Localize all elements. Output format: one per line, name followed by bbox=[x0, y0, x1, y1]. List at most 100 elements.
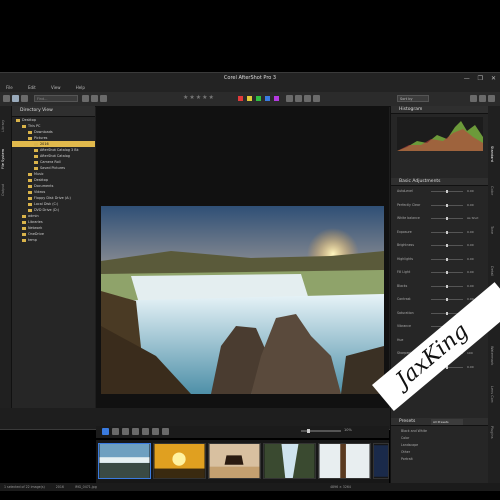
tree-item-label: Camera Roll bbox=[40, 160, 61, 164]
rotate-left-icon[interactable] bbox=[304, 95, 311, 102]
slider-knob[interactable] bbox=[446, 284, 448, 288]
adjustment-value[interactable]: 0.00 bbox=[467, 243, 474, 247]
adjustment-slider[interactable] bbox=[431, 271, 463, 274]
zoom-icon[interactable] bbox=[470, 95, 477, 102]
right-tab[interactable]: Color bbox=[490, 186, 494, 195]
thumbnail-sunset-rocks[interactable] bbox=[153, 443, 206, 479]
thumbnail-night-sky[interactable] bbox=[373, 443, 389, 479]
right-tab[interactable]: Plugins bbox=[490, 426, 494, 439]
tree-item[interactable]: temp bbox=[12, 237, 95, 243]
minimize-button[interactable]: — bbox=[464, 75, 470, 82]
viewer-toolbar: 10% bbox=[96, 426, 389, 438]
search-input[interactable]: Find... bbox=[34, 95, 78, 102]
menu-view[interactable]: View bbox=[51, 85, 61, 90]
menu-edit[interactable]: Edit bbox=[28, 85, 36, 90]
filter-icon[interactable] bbox=[91, 95, 98, 102]
tree-item-label: Downloads bbox=[34, 130, 53, 134]
preset-folder[interactable]: Portrait bbox=[401, 457, 413, 461]
main-photo[interactable] bbox=[101, 206, 384, 394]
upload-icon[interactable] bbox=[82, 95, 89, 102]
right-tab[interactable]: Watermark bbox=[490, 346, 494, 365]
right-tab[interactable]: Standard bbox=[490, 146, 494, 162]
thumbnail-waterfall[interactable] bbox=[98, 443, 151, 479]
sort-select[interactable]: Sort by bbox=[397, 95, 429, 102]
adjustment-slider[interactable] bbox=[431, 284, 463, 288]
grid-view-icon[interactable] bbox=[3, 95, 10, 102]
menu-file[interactable]: File bbox=[6, 85, 13, 90]
adjustment-value[interactable]: 0.00 bbox=[467, 284, 474, 288]
adjustment-slider[interactable] bbox=[431, 203, 463, 207]
zoom-slider[interactable] bbox=[301, 429, 341, 433]
settings-icon[interactable] bbox=[488, 95, 495, 102]
preset-folder[interactable]: Color bbox=[401, 436, 409, 440]
presets-header[interactable]: Presets All Presets bbox=[391, 418, 489, 426]
color-label-blue[interactable] bbox=[265, 96, 270, 101]
adjustment-value[interactable]: 0.00 bbox=[467, 257, 474, 261]
slider-knob[interactable] bbox=[446, 271, 448, 274]
slider-knob[interactable] bbox=[446, 257, 448, 261]
select-tool-icon[interactable] bbox=[102, 428, 109, 435]
adjustment-value[interactable]: 0.00 bbox=[467, 203, 474, 207]
slider-knob[interactable] bbox=[446, 190, 448, 193]
tab-library[interactable]: Library bbox=[1, 112, 10, 140]
adjustment-slider[interactable] bbox=[431, 244, 463, 247]
adjustment-value[interactable]: As Shot bbox=[467, 216, 478, 220]
adjustment-label: Blacks bbox=[397, 283, 408, 288]
preset-folder[interactable]: Black and White bbox=[401, 429, 427, 433]
color-label-green[interactable] bbox=[256, 96, 261, 101]
slider-knob[interactable] bbox=[446, 203, 448, 207]
basic-adjustments-header[interactable]: Basic Adjustments bbox=[391, 178, 489, 186]
adjustment-slider[interactable] bbox=[431, 298, 463, 301]
slider-knob[interactable] bbox=[446, 230, 448, 234]
adjustment-value[interactable]: 0.00 bbox=[467, 270, 474, 274]
adjustment-value[interactable]: 0.00 bbox=[467, 230, 474, 234]
menu-help[interactable]: Help bbox=[76, 85, 85, 90]
color-label-purple[interactable] bbox=[274, 96, 279, 101]
flag-pick-icon[interactable] bbox=[286, 95, 293, 102]
adjustment-value[interactable]: 0.00 bbox=[467, 365, 474, 369]
right-tab[interactable]: Detail bbox=[490, 266, 494, 276]
straighten-icon[interactable] bbox=[132, 428, 139, 435]
color-label-yellow[interactable] bbox=[247, 96, 252, 101]
adjustment-slider[interactable] bbox=[431, 230, 463, 234]
right-tab[interactable]: Tone bbox=[490, 226, 494, 234]
flag-reject-icon[interactable] bbox=[295, 95, 302, 102]
rating-stars[interactable]: ★★★★★ bbox=[183, 94, 215, 101]
tree-item-label: Libraries bbox=[28, 220, 43, 224]
redeye-icon[interactable] bbox=[142, 428, 149, 435]
tab-output[interactable]: Output bbox=[1, 178, 10, 202]
tree-item-label: Music bbox=[34, 172, 44, 176]
maximize-button[interactable]: ❐ bbox=[478, 75, 483, 82]
preset-folder[interactable]: Landscape bbox=[401, 443, 418, 447]
thumbnail-snow-forest[interactable] bbox=[318, 443, 371, 479]
fullscreen-icon[interactable] bbox=[479, 95, 486, 102]
tab-file-system[interactable]: File System bbox=[1, 142, 10, 176]
color-label-red[interactable] bbox=[238, 96, 243, 101]
main-toolbar: Find... ★★★★★ Sort by bbox=[0, 92, 500, 107]
slider-knob[interactable] bbox=[446, 217, 448, 220]
close-button[interactable]: ✕ bbox=[491, 75, 496, 82]
adjustment-value[interactable]: 0.00 bbox=[467, 189, 474, 193]
preset-folder[interactable]: Other bbox=[401, 450, 410, 454]
arrow-down-icon[interactable] bbox=[100, 95, 107, 102]
adjustment-slider[interactable] bbox=[431, 217, 463, 220]
slider-knob[interactable] bbox=[446, 298, 448, 301]
pen-icon[interactable] bbox=[162, 428, 169, 435]
presets-filter-select[interactable]: All Presets bbox=[431, 419, 463, 425]
right-tab[interactable]: Lens Corr. bbox=[490, 386, 494, 403]
adjustment-value[interactable]: 100 bbox=[467, 351, 473, 355]
thumbnail-horse-beach[interactable] bbox=[208, 443, 261, 479]
thumbnail-waterfall-cave[interactable] bbox=[263, 443, 316, 479]
crop-icon[interactable] bbox=[122, 428, 129, 435]
heal-icon[interactable] bbox=[152, 428, 159, 435]
slider-knob[interactable] bbox=[446, 311, 448, 315]
histogram-header[interactable]: Histogram bbox=[391, 106, 489, 114]
status-bar: 1 selected of 22 image(s) 2016 IMG_0471.… bbox=[0, 483, 500, 491]
compare-view-icon[interactable] bbox=[21, 95, 28, 102]
adjustment-slider[interactable] bbox=[431, 190, 463, 193]
adjustment-slider[interactable] bbox=[431, 257, 463, 261]
rotate-right-icon[interactable] bbox=[313, 95, 320, 102]
single-view-icon[interactable] bbox=[12, 95, 19, 102]
brush-icon[interactable] bbox=[112, 428, 119, 435]
slider-knob[interactable] bbox=[446, 244, 448, 247]
